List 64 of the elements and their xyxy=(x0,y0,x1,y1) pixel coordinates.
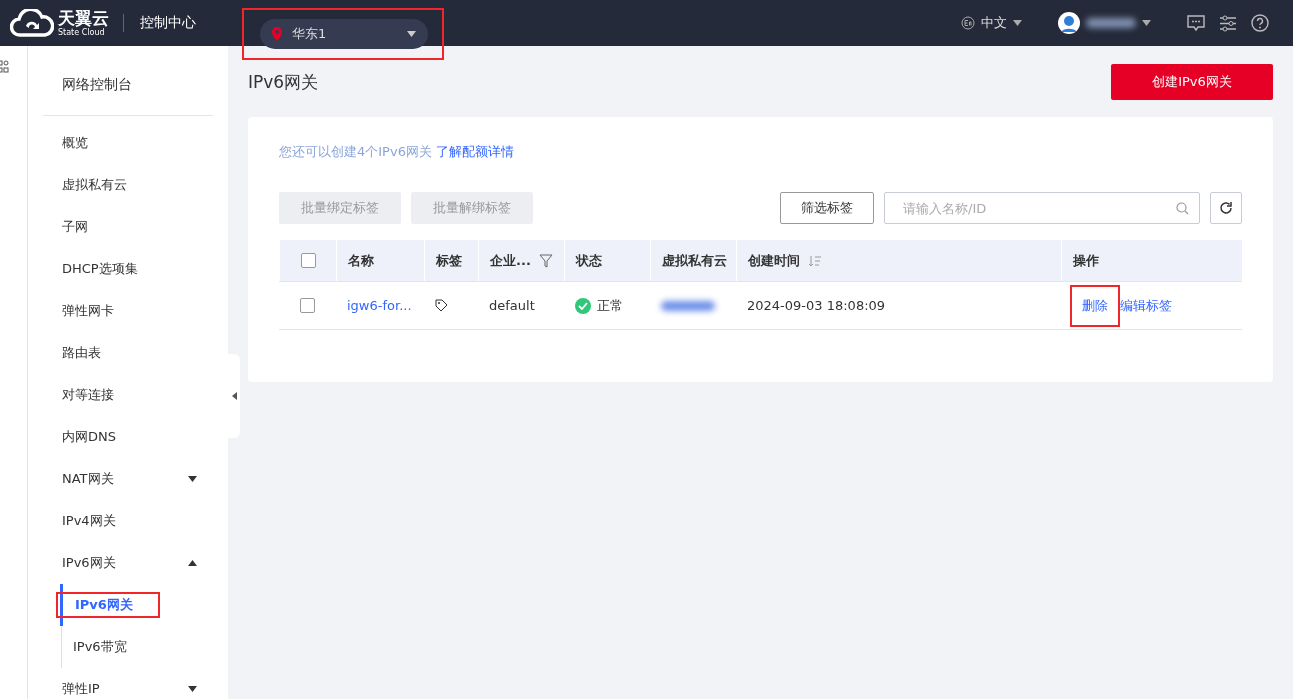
column-header: 虚拟私有云 xyxy=(662,251,727,270)
refresh-button[interactable] xyxy=(1210,192,1242,224)
row-checkbox[interactable] xyxy=(300,298,315,313)
sidebar-title: 网络控制台 xyxy=(43,46,213,116)
column-header: 状态 xyxy=(576,251,602,270)
sidebar-item[interactable]: 虚拟私有云 xyxy=(43,164,213,206)
sidebar-item[interactable]: 对等连接 xyxy=(43,374,213,416)
sidebar-subitem[interactable]: IPv6网关 xyxy=(60,584,213,626)
create-button[interactable]: 创建IPv6网关 xyxy=(1111,64,1273,100)
caret-icon xyxy=(188,476,197,482)
language-icon xyxy=(961,16,975,30)
filter-icon[interactable] xyxy=(538,253,553,268)
table-cell: 2024-09-03 18:08:09 xyxy=(747,298,886,313)
column-header: 创建时间 xyxy=(748,251,800,270)
sidebar-item[interactable]: 子网 xyxy=(43,206,213,248)
quota-text: 您还可以创建4个IPv6网关 xyxy=(279,143,432,161)
caret-icon xyxy=(1142,20,1151,26)
action-link[interactable]: 编辑标签 xyxy=(1118,284,1184,327)
region-selector[interactable]: 华东1 xyxy=(260,19,428,49)
console-title: 控制中心 xyxy=(140,14,196,32)
caret-icon xyxy=(1013,20,1022,26)
sidebar-item[interactable]: IPv4网关 xyxy=(43,500,213,542)
avatar-icon xyxy=(1058,12,1080,34)
user-menu[interactable] xyxy=(1058,12,1151,34)
status-text: 正常 xyxy=(597,296,623,315)
tag-icon[interactable] xyxy=(435,299,448,312)
refresh-icon xyxy=(1219,201,1233,215)
sidebar-item[interactable]: 内网DNS xyxy=(43,416,213,458)
table-cell: default xyxy=(489,298,535,313)
collapse-handle[interactable] xyxy=(228,354,240,438)
search-input[interactable]: 请输入名称/ID xyxy=(901,193,1176,223)
sidebar-subitem-label: IPv6网关 xyxy=(75,596,133,614)
column-header: 名称 xyxy=(348,251,374,270)
sidebar-item[interactable]: 路由表 xyxy=(43,332,213,374)
sidebar-group[interactable]: 弹性IP xyxy=(43,668,213,699)
column-header: 企业... xyxy=(490,251,531,270)
cloud-logo-icon xyxy=(10,9,54,37)
select-all-checkbox[interactable] xyxy=(301,253,316,268)
search-icon xyxy=(1176,201,1189,215)
language-selector[interactable]: 中文 xyxy=(961,14,1022,32)
gateway-name-link[interactable]: igw6-for... xyxy=(347,298,412,313)
caret-icon xyxy=(188,560,197,566)
sidebar-subitem[interactable]: IPv6带宽 xyxy=(60,626,213,668)
sidebar-item[interactable]: 弹性网卡 xyxy=(43,290,213,332)
help-icon[interactable] xyxy=(1251,14,1269,32)
search-field[interactable]: 请输入名称/ID xyxy=(884,192,1200,224)
caret-icon xyxy=(407,31,416,37)
caret-icon xyxy=(188,686,197,692)
sidebar-item[interactable]: DHCP选项集 xyxy=(43,248,213,290)
column-header: 标签 xyxy=(436,251,462,270)
sidebar-item[interactable]: 概览 xyxy=(43,122,213,164)
page-title: IPv6网关 xyxy=(248,70,319,94)
brand-name: 天翼云 xyxy=(58,9,109,27)
action-link[interactable]: 删除 xyxy=(1070,284,1120,327)
sidebar-group[interactable]: IPv6网关 xyxy=(43,542,213,584)
sidebar-group[interactable]: NAT网关 xyxy=(43,458,213,500)
settings-icon[interactable] xyxy=(1219,14,1237,32)
column-header: 操作 xyxy=(1073,251,1099,270)
quota-link[interactable]: 了解配额详情 xyxy=(435,143,514,161)
filter-tags-button[interactable]: 筛选标签 xyxy=(780,192,874,224)
apps-icon[interactable] xyxy=(0,60,9,74)
message-icon[interactable] xyxy=(1187,14,1205,32)
location-pin-icon xyxy=(272,27,282,41)
brand-subtitle: State Cloud xyxy=(58,28,106,37)
